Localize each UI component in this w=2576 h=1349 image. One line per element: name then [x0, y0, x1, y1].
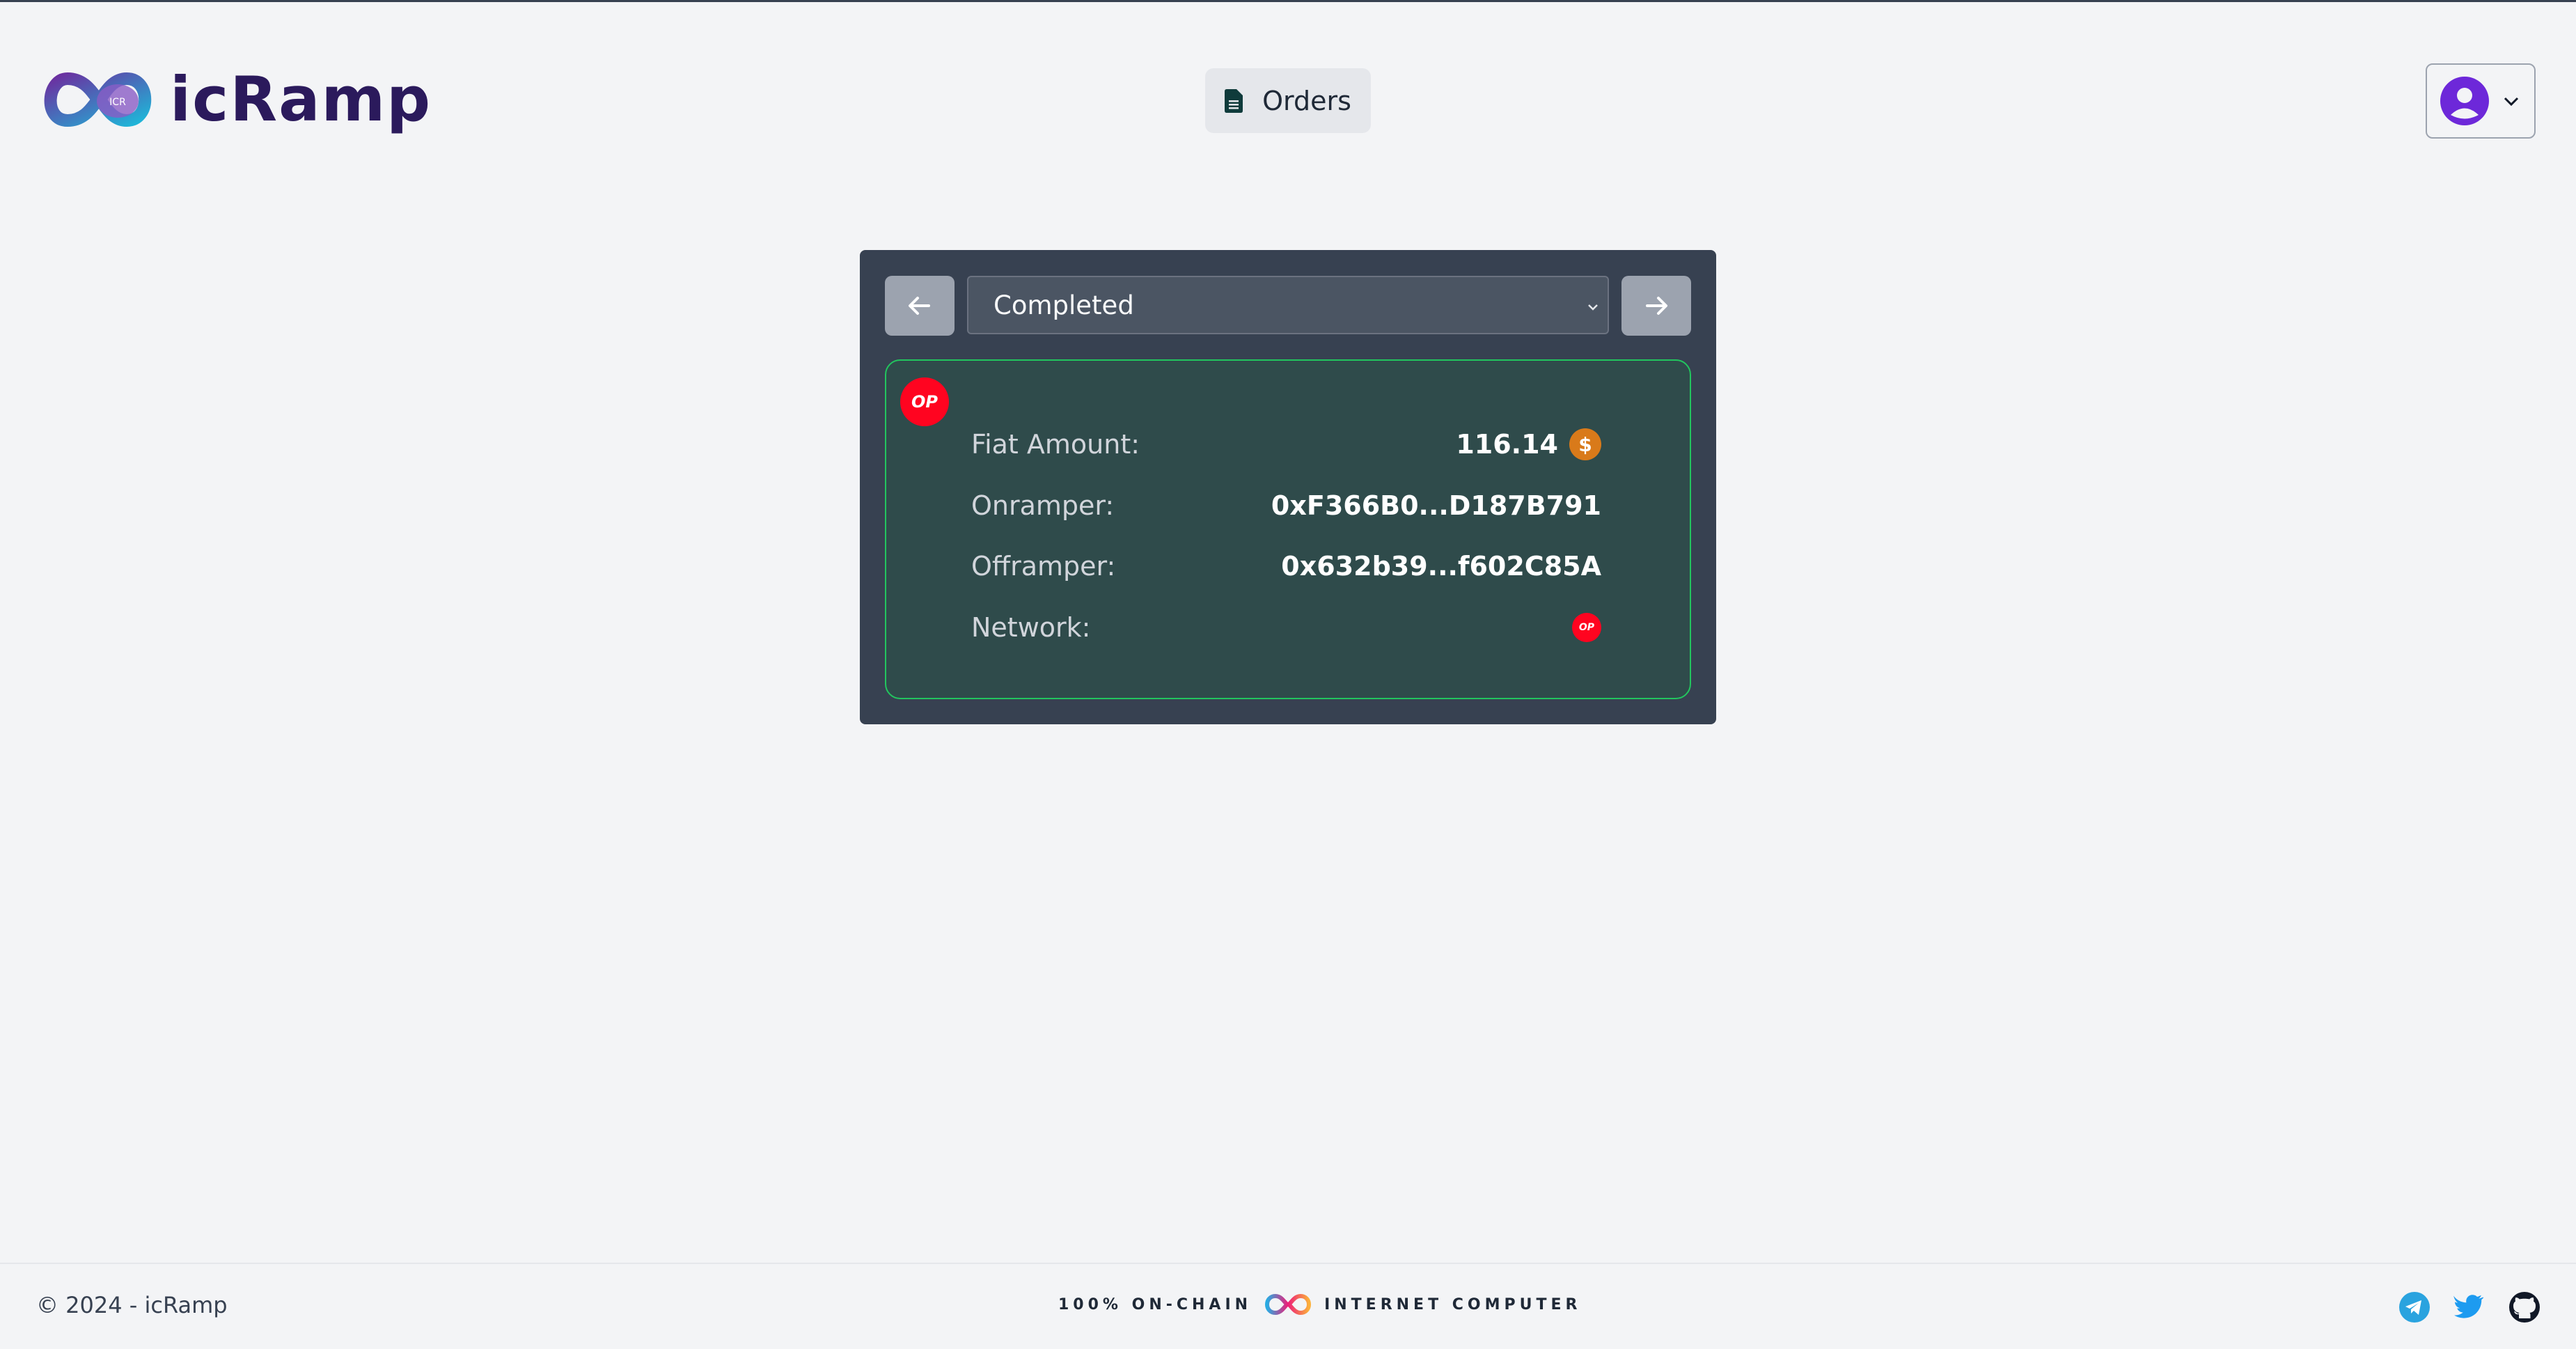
op-network-icon: OP	[1572, 613, 1601, 642]
document-icon	[1225, 88, 1243, 113]
offramper-address: 0x632b39...f602C85A	[1281, 551, 1601, 582]
order-status-select[interactable]: Completed	[967, 276, 1609, 334]
internet-computer-icon	[1265, 1293, 1312, 1316]
onramper-address: 0xF366B0...D187B791	[1271, 490, 1601, 521]
network-label: Network:	[971, 612, 1091, 643]
chevron-down-icon	[2504, 97, 2519, 107]
fiat-amount-value-group: 116.14 $	[1456, 428, 1601, 460]
fiat-amount-value: 116.14	[1456, 429, 1558, 460]
svg-text:ICR: ICR	[109, 97, 126, 108]
onchain-left-text: 100% ON-CHAIN	[1058, 1295, 1252, 1313]
status-selected-value: Completed	[994, 290, 1134, 320]
app-footer: © 2024 - icRamp 100% ON-CHAIN INTERNET C…	[0, 1263, 2576, 1349]
brand-logo[interactable]: ICR icRamp	[40, 63, 432, 135]
orders-label: Orders	[1262, 85, 1351, 116]
fiat-amount-row: Fiat Amount: 116.14 $	[971, 423, 1601, 465]
op-network-icon: OP	[900, 377, 949, 426]
telegram-icon[interactable]	[2398, 1290, 2431, 1324]
copyright-text: © 2024 - icRamp	[36, 1292, 228, 1318]
twitter-icon[interactable]	[2452, 1290, 2485, 1324]
onchain-badge[interactable]: 100% ON-CHAIN INTERNET COMPUTER	[1058, 1290, 1581, 1318]
onramper-label: Onramper:	[971, 490, 1115, 521]
user-avatar-icon	[2440, 77, 2489, 125]
github-icon[interactable]	[2508, 1290, 2541, 1324]
order-card[interactable]: OP Fiat Amount: 116.14 $ Onramper: 0xF36…	[885, 359, 1691, 699]
app-header: ICR icRamp Orders	[0, 2, 2576, 197]
fiat-amount-label: Fiat Amount:	[971, 429, 1140, 460]
brand-name: icRamp	[170, 63, 432, 135]
arrow-left-icon	[909, 297, 930, 315]
onchain-right-text: INTERNET COMPUTER	[1324, 1295, 1582, 1313]
offramper-label: Offramper:	[971, 551, 1116, 582]
orders-nav-button[interactable]: Orders	[1205, 68, 1371, 133]
offramper-row: Offramper: 0x632b39...f602C85A	[971, 545, 1601, 587]
next-button[interactable]	[1621, 276, 1691, 336]
previous-button[interactable]	[885, 276, 955, 336]
infinity-logo-icon: ICR	[44, 72, 152, 127]
user-menu-button[interactable]	[2426, 63, 2536, 139]
chevron-down-icon	[1588, 304, 1598, 311]
network-row: Network: OP	[971, 607, 1601, 648]
order-panel: Completed OP Fiat Amount: 116.14 $ Onram…	[860, 250, 1716, 724]
onramper-row: Onramper: 0xF366B0...D187B791	[971, 485, 1601, 527]
dollar-coin-icon: $	[1569, 428, 1601, 460]
arrow-right-icon	[1646, 297, 1667, 315]
